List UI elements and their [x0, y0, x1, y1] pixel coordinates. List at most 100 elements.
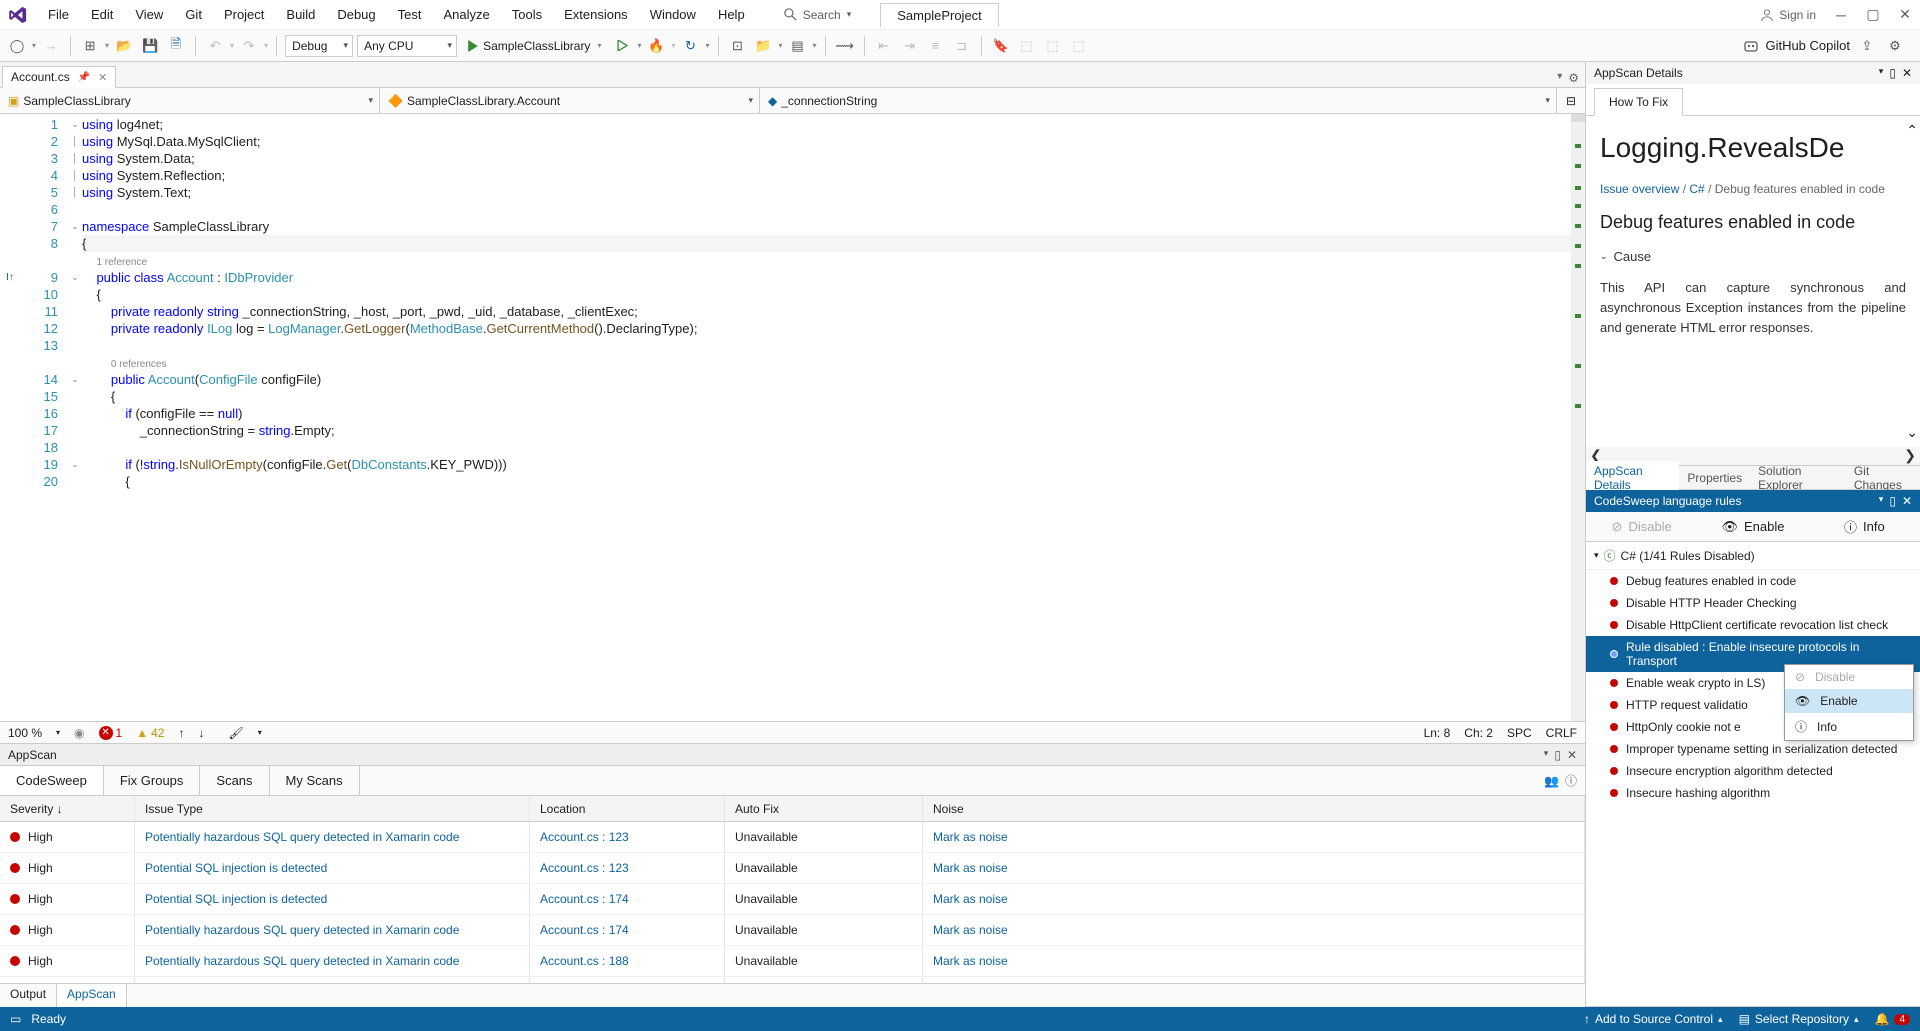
open-button[interactable]: 📂: [113, 35, 135, 57]
rtab-properties[interactable]: Properties: [1679, 468, 1750, 488]
crumb-lang[interactable]: C#: [1689, 182, 1704, 196]
scroll-up-icon[interactable]: ⌃: [1906, 122, 1918, 139]
project-name-tab[interactable]: SampleProject: [880, 3, 999, 27]
issue-row[interactable]: HighPotential SQL injection is detectedA…: [0, 853, 1585, 884]
menu-test[interactable]: Test: [388, 3, 432, 26]
tb-icon-8[interactable]: ⊐: [951, 35, 973, 57]
scroll-map[interactable]: [1571, 114, 1585, 721]
bookmark-next-button[interactable]: ⬚: [1042, 35, 1064, 57]
issue-row[interactable]: HighPotentially hazardous SQL query dete…: [0, 915, 1585, 946]
panel-dropdown-icon[interactable]: ▾: [1879, 66, 1884, 80]
appscan-tab-fix-groups[interactable]: Fix Groups: [104, 766, 201, 795]
menu-tools[interactable]: Tools: [502, 3, 552, 26]
nav-split-button[interactable]: ⊟: [1557, 88, 1585, 113]
issue-row[interactable]: HighPotentially hazardous SQL query dete…: [0, 822, 1585, 853]
panel-pin-icon[interactable]: ▯: [1889, 66, 1896, 80]
appscan-tab-my-scans[interactable]: My Scans: [270, 766, 360, 795]
copilot-button[interactable]: GitHub Copilot ⇪ ⚙: [1743, 35, 1914, 57]
tb-icon-3[interactable]: ▤: [787, 35, 809, 57]
menu-help[interactable]: Help: [708, 3, 755, 26]
nav-down-icon[interactable]: ↓: [198, 726, 204, 740]
notifications-button[interactable]: 🔔4: [1874, 1012, 1910, 1026]
doc-tab-account[interactable]: Account.cs 📌 ✕: [2, 66, 116, 88]
menu-window[interactable]: Window: [640, 3, 706, 26]
col-noise[interactable]: Noise: [923, 796, 1585, 821]
brush-icon[interactable]: 🖌: [228, 726, 243, 740]
menu-view[interactable]: View: [125, 3, 173, 26]
config-select[interactable]: Debug: [285, 35, 353, 57]
tab-dropdown-icon[interactable]: ▾: [1557, 71, 1562, 85]
info-button[interactable]: ⓘInfo: [1809, 512, 1920, 541]
bottom-tab-output[interactable]: Output: [0, 984, 57, 1007]
eol-indicator[interactable]: CRLF: [1546, 726, 1577, 740]
code-editor[interactable]: I↑ 1234567891011121314151617181920 ⌄││││…: [0, 114, 1585, 721]
start-no-debug-button[interactable]: [611, 35, 633, 57]
minimize-button[interactable]: ─: [1834, 8, 1848, 22]
source-control-button[interactable]: ↑Add to Source Control▴: [1584, 1012, 1723, 1026]
rule-item[interactable]: Debug features enabled in code: [1586, 570, 1920, 592]
interface-glyph-icon[interactable]: I↑: [0, 269, 20, 286]
rule-item[interactable]: Insecure hashing algorithm: [1586, 782, 1920, 804]
select-repo-button[interactable]: ▤Select Repository▴: [1739, 1012, 1859, 1026]
nav-fwd-button[interactable]: →: [40, 35, 62, 57]
col-issue[interactable]: Issue Type: [135, 796, 530, 821]
rule-item[interactable]: Disable HTTP Header Checking: [1586, 592, 1920, 614]
maximize-button[interactable]: ▢: [1866, 8, 1880, 22]
pin-icon[interactable]: 📌: [78, 72, 90, 83]
grid-header[interactable]: Severity ↓ Issue Type Location Auto Fix …: [0, 796, 1585, 822]
save-all-button[interactable]: 🗎: [165, 35, 187, 57]
menu-debug[interactable]: Debug: [327, 3, 385, 26]
health-icon[interactable]: ◉: [74, 726, 84, 740]
zoom-level[interactable]: 100 %: [8, 726, 42, 740]
menu-edit[interactable]: Edit: [81, 3, 123, 26]
ctx-disable[interactable]: ⊘Disable: [1785, 665, 1913, 689]
panel-pin-icon[interactable]: ▯: [1554, 748, 1561, 762]
menu-extensions[interactable]: Extensions: [554, 3, 638, 26]
col-severity[interactable]: Severity ↓: [0, 796, 135, 821]
close-tab-icon[interactable]: ✕: [98, 71, 107, 84]
panel-dropdown-icon[interactable]: ▾: [1544, 748, 1549, 762]
nav-member-select[interactable]: ◆_connectionString: [760, 88, 1557, 113]
menu-analyze[interactable]: Analyze: [433, 3, 499, 26]
ctx-info[interactable]: ⓘInfo: [1785, 713, 1913, 740]
panel-close-icon[interactable]: ✕: [1902, 494, 1912, 508]
bookmark-prev-button[interactable]: ⬚: [1016, 35, 1038, 57]
platform-select[interactable]: Any CPU: [357, 35, 457, 57]
error-count[interactable]: ✕1: [99, 726, 123, 740]
tb-icon-2[interactable]: 📁: [753, 35, 775, 57]
new-project-button[interactable]: ⊞: [79, 35, 101, 57]
refresh-button[interactable]: ↻: [679, 35, 701, 57]
nav-type-select[interactable]: 🔶SampleClassLibrary.Account: [380, 88, 760, 113]
menu-git[interactable]: Git: [175, 3, 212, 26]
tb-icon-1[interactable]: ⊡: [727, 35, 749, 57]
tb-icon-7[interactable]: ≡: [925, 35, 947, 57]
start-button[interactable]: SampleClassLibrary▾: [461, 39, 607, 53]
menu-project[interactable]: Project: [214, 3, 274, 26]
settings-button[interactable]: ⚙: [1884, 35, 1906, 57]
search-box[interactable]: Search ▾: [775, 5, 861, 25]
col-location[interactable]: Location: [530, 796, 725, 821]
output-icon[interactable]: ▭: [10, 1012, 21, 1026]
help-icon[interactable]: ⓘ: [1565, 772, 1577, 789]
tb-icon-6[interactable]: ⇥: [899, 35, 921, 57]
nav-up-icon[interactable]: ↑: [178, 726, 184, 740]
enable-button[interactable]: 👁Enable: [1697, 514, 1808, 540]
sign-in-button[interactable]: Sign in: [1760, 8, 1816, 22]
issue-row[interactable]: HighPotentially hazardous SQL query dete…: [0, 946, 1585, 977]
appscan-tab-codesweep[interactable]: CodeSweep: [0, 766, 104, 795]
undo-button[interactable]: ↶: [204, 35, 226, 57]
panel-pin-icon[interactable]: ▯: [1889, 494, 1896, 508]
issue-row[interactable]: HighPotential SQL injection is detectedA…: [0, 884, 1585, 915]
bookmark-clear-button[interactable]: ⬚: [1068, 35, 1090, 57]
code-body[interactable]: using log4net;using MySql.Data.MySqlClie…: [82, 114, 1571, 721]
indent-indicator[interactable]: SPC: [1507, 726, 1532, 740]
col-autofix[interactable]: Auto Fix: [725, 796, 923, 821]
scroll-down-icon[interactable]: ⌄: [1906, 424, 1918, 441]
warning-count[interactable]: ▲42: [136, 726, 164, 740]
nav-back-button[interactable]: ◯: [6, 35, 28, 57]
disable-button[interactable]: ⊘Disable: [1586, 514, 1697, 540]
bottom-tab-appscan[interactable]: AppScan: [57, 984, 127, 1007]
fold-column[interactable]: ⌄││││⌄⌄⌄⌄: [68, 114, 82, 721]
line-indicator[interactable]: Ln: 8: [1424, 726, 1451, 740]
save-button[interactable]: 💾: [139, 35, 161, 57]
